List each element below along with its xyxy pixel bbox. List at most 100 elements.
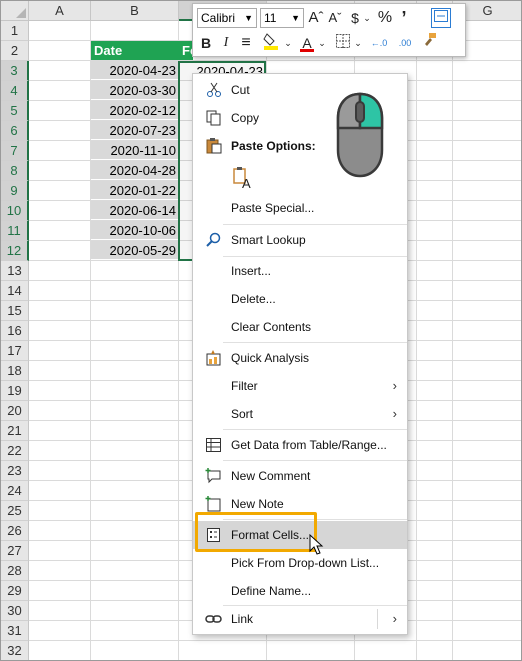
- svg-text:A: A: [242, 176, 251, 190]
- row-header-2[interactable]: 2: [1, 41, 29, 61]
- row-header-6[interactable]: 6: [1, 121, 29, 141]
- menu-item-delete[interactable]: Delete...: [193, 285, 407, 313]
- mouse-cursor-icon: [309, 534, 324, 555]
- row-header-32[interactable]: 32: [1, 641, 29, 660]
- table-icon: [206, 438, 221, 452]
- row-header-21[interactable]: 21: [1, 421, 29, 441]
- date-cell[interactable]: 2020-04-28: [91, 161, 179, 180]
- menu-item-filter[interactable]: Filter ›: [193, 372, 407, 400]
- row-header-31[interactable]: 31: [1, 621, 29, 641]
- merge-center-button[interactable]: [431, 8, 451, 28]
- cell-b2-header[interactable]: Date: [91, 41, 179, 60]
- align-button[interactable]: ≡: [237, 32, 255, 54]
- menu-item-smart-lookup[interactable]: Smart Lookup: [193, 226, 407, 254]
- comma-style-button[interactable]: ’: [397, 7, 411, 29]
- font-color-button[interactable]: A: [297, 32, 317, 54]
- increase-decimal-button[interactable]: ←.0: [367, 32, 391, 54]
- copy-icon: [206, 110, 221, 126]
- menu-item-link[interactable]: Link ›: [193, 605, 407, 633]
- row-header-1[interactable]: 1: [1, 21, 29, 41]
- row-header-11[interactable]: 11: [1, 221, 29, 241]
- menu-item-pick-from-list[interactable]: Pick From Drop-down List...: [193, 549, 407, 577]
- decrease-font-size-button[interactable]: Aˇ: [326, 7, 344, 29]
- date-cell[interactable]: 2020-10-06: [91, 221, 179, 240]
- chevron-down-icon[interactable]: ⌄: [353, 32, 363, 54]
- menu-label: Insert...: [231, 264, 272, 278]
- date-cell[interactable]: 2020-05-29: [91, 241, 179, 260]
- chevron-right-icon[interactable]: ›: [393, 605, 397, 633]
- date-cell[interactable]: 2020-06-14: [91, 201, 179, 220]
- row-header-24[interactable]: 24: [1, 481, 29, 501]
- row-header-17[interactable]: 17: [1, 341, 29, 361]
- row-header-30[interactable]: 30: [1, 601, 29, 621]
- row-header-13[interactable]: 13: [1, 261, 29, 281]
- font-size-select[interactable]: 11 ▼: [260, 8, 304, 28]
- row-header-25[interactable]: 25: [1, 501, 29, 521]
- date-cell[interactable]: 2020-04-23: [91, 61, 179, 80]
- currency-format-button[interactable]: $: [348, 7, 362, 29]
- select-all-corner[interactable]: [1, 1, 29, 21]
- chevron-down-icon[interactable]: ⌄: [362, 7, 372, 29]
- chevron-down-icon[interactable]: ⌄: [283, 32, 293, 54]
- menu-item-quick-analysis[interactable]: Quick Analysis: [193, 344, 407, 372]
- row-header-22[interactable]: 22: [1, 441, 29, 461]
- italic-button[interactable]: I: [217, 32, 235, 54]
- menu-item-clear-contents[interactable]: Clear Contents: [193, 313, 407, 341]
- menu-label: Paste Special...: [231, 201, 315, 215]
- gridline: [29, 640, 521, 641]
- menu-separator: [223, 342, 407, 343]
- bold-button[interactable]: B: [197, 32, 215, 54]
- cell-c2-header[interactable]: Fo: [179, 41, 193, 60]
- row-header-3[interactable]: 3: [1, 61, 29, 81]
- chevron-right-icon: ›: [392, 406, 397, 421]
- row-header-15[interactable]: 15: [1, 301, 29, 321]
- menu-item-insert[interactable]: Insert...: [193, 257, 407, 285]
- row-header-27[interactable]: 27: [1, 541, 29, 561]
- row-header-14[interactable]: 14: [1, 281, 29, 301]
- date-cell[interactable]: 2020-02-12: [91, 101, 179, 120]
- row-header-9[interactable]: 9: [1, 181, 29, 201]
- borders-icon: [336, 34, 350, 48]
- date-cell[interactable]: 2020-03-30: [91, 81, 179, 100]
- date-cell[interactable]: 2020-01-22: [91, 181, 179, 200]
- row-header-26[interactable]: 26: [1, 521, 29, 541]
- decrease-decimal-button[interactable]: .00: [393, 32, 417, 54]
- row-header-16[interactable]: 16: [1, 321, 29, 341]
- row-header-23[interactable]: 23: [1, 461, 29, 481]
- column-header-a[interactable]: A: [29, 1, 91, 21]
- row-header-8[interactable]: 8: [1, 161, 29, 181]
- percent-style-button[interactable]: %: [375, 7, 395, 29]
- row-header-20[interactable]: 20: [1, 401, 29, 421]
- menu-label: New Comment: [231, 469, 311, 483]
- row-header-5[interactable]: 5: [1, 101, 29, 121]
- row-header-12[interactable]: 12: [1, 241, 29, 261]
- row-header-4[interactable]: 4: [1, 81, 29, 101]
- chevron-right-icon: ›: [392, 378, 397, 393]
- menu-item-paste-special[interactable]: Paste Special...: [193, 194, 407, 222]
- date-cell[interactable]: 2020-07-23: [91, 121, 179, 140]
- increase-font-size-button[interactable]: Aˆ: [307, 7, 325, 29]
- link-icon: [205, 615, 222, 623]
- menu-item-get-data[interactable]: Get Data from Table/Range...: [193, 431, 407, 459]
- font-name-value: Calibri: [201, 11, 236, 25]
- menu-label: Link: [231, 612, 254, 626]
- column-header-b[interactable]: B: [91, 1, 179, 21]
- row-header-10[interactable]: 10: [1, 201, 29, 221]
- menu-label: Define Name...: [231, 584, 312, 598]
- mouse-right-click-icon: [336, 92, 384, 178]
- row-header-19[interactable]: 19: [1, 381, 29, 401]
- menu-item-new-comment[interactable]: New Comment: [193, 462, 407, 490]
- row-header-29[interactable]: 29: [1, 581, 29, 601]
- borders-button[interactable]: [333, 32, 353, 54]
- format-painter-button[interactable]: [419, 32, 439, 54]
- chevron-down-icon[interactable]: ⌄: [317, 32, 327, 54]
- date-cell[interactable]: 2020-11-10: [91, 141, 179, 160]
- menu-label: Get Data from Table/Range...: [231, 438, 387, 452]
- row-header-18[interactable]: 18: [1, 361, 29, 381]
- menu-item-sort[interactable]: Sort ›: [193, 400, 407, 428]
- row-header-28[interactable]: 28: [1, 561, 29, 581]
- row-header-7[interactable]: 7: [1, 141, 29, 161]
- font-name-select[interactable]: Calibri ▼: [197, 8, 257, 28]
- menu-item-define-name[interactable]: Define Name...: [193, 577, 407, 605]
- fill-color-button[interactable]: [261, 32, 281, 54]
